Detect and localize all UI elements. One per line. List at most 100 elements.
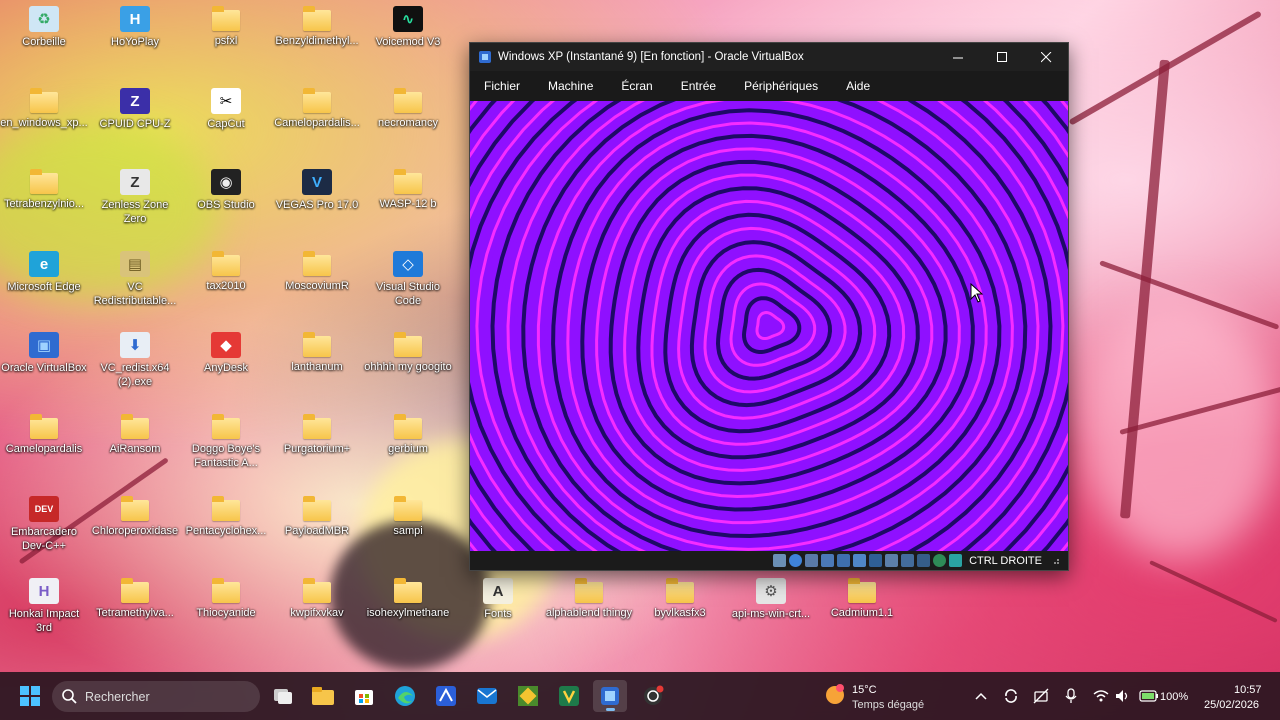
taskbar-file-explorer[interactable] (306, 680, 340, 712)
desktop-icon[interactable]: A Fonts (454, 578, 542, 621)
menu-peripheriques[interactable]: Périphériques (736, 73, 826, 99)
desktop-icon[interactable]: necromancy (364, 88, 452, 130)
desktop-icon[interactable]: isohexylmethane (364, 578, 452, 620)
desktop-icon[interactable]: en_windows_xp... (0, 88, 88, 130)
task-view-button[interactable] (266, 680, 300, 712)
desktop-icon[interactable]: ∿ Voicemod V3 (364, 6, 452, 49)
desktop-icon[interactable]: ohhhh my googito (364, 332, 452, 374)
desktop-icon[interactable]: PayloadMBR (273, 496, 361, 538)
usb-icon[interactable] (837, 554, 851, 567)
desktop-icon[interactable]: ◇ Visual Studio Code (364, 251, 452, 308)
battery-icon[interactable] (1139, 688, 1159, 704)
minimize-button[interactable] (936, 43, 980, 71)
desktop-icon[interactable]: tax2010 (182, 251, 270, 293)
desktop-icon[interactable]: H Honkai Impact 3rd (0, 578, 88, 635)
network-muted-icon[interactable] (1033, 688, 1049, 704)
desktop-icon[interactable]: ⚙ api-ms-win-crt... (727, 578, 815, 621)
show-hidden-icons-chevron-icon[interactable] (973, 688, 989, 704)
taskbar-edge[interactable] (388, 680, 422, 712)
desktop-icon[interactable]: Benzyldimethyl... (273, 6, 361, 48)
clock-date[interactable]: 25/02/2026 (1204, 699, 1259, 711)
desktop-icon[interactable]: WASP-12 b (364, 169, 452, 211)
start-button[interactable] (13, 680, 47, 712)
anydesk-icon: ◆ (211, 332, 241, 358)
desktop-icon[interactable]: gerbium (364, 414, 452, 456)
taskbar-virtualbox[interactable] (593, 680, 627, 712)
close-button[interactable] (1024, 43, 1068, 71)
weather-description[interactable]: Temps dégagé (852, 699, 924, 711)
desktop-icon-label: Tetrabenzylnio... (3, 198, 85, 210)
taskbar-app-blue[interactable] (429, 680, 463, 712)
desktop-icon[interactable]: Z Zenless Zone Zero (91, 169, 179, 226)
desktop-icon[interactable]: H HoYoPlay (91, 6, 179, 49)
mouse-integration-icon[interactable] (949, 554, 963, 567)
taskbar-search[interactable] (52, 681, 260, 712)
desktop-icon[interactable]: DEV Embarcadero Dev-C++ (0, 496, 88, 553)
desktop-icon[interactable]: Purgatorium+ (273, 414, 361, 456)
desktop-icon[interactable]: AiRansom (91, 414, 179, 456)
desktop-icon[interactable]: sampi (364, 496, 452, 538)
desktop-icon[interactable]: Thiocyanide (182, 578, 270, 620)
wifi-icon[interactable] (1093, 688, 1109, 704)
desktop-icon-label: Benzyldimethyl... (275, 35, 359, 47)
folder-icon (394, 414, 422, 439)
weather-temperature[interactable]: 15°C (852, 684, 877, 696)
desktop-icon[interactable]: ✂ CapCut (182, 88, 270, 131)
weather-icon[interactable] (822, 682, 848, 708)
microphone-icon[interactable] (1063, 688, 1079, 704)
desktop-icon[interactable]: Chloroperoxidase (91, 496, 179, 538)
desktop-icon[interactable]: ⬇ VC_redist.x64 (2).exe (91, 332, 179, 389)
sync-icon[interactable] (1003, 688, 1019, 704)
guest-additions-icon[interactable] (933, 554, 947, 567)
desktop-icon[interactable]: Tetrabenzylnio... (0, 169, 88, 211)
vm-display[interactable] (470, 101, 1068, 552)
cpu-icon[interactable] (917, 554, 931, 567)
desktop-icon[interactable]: Tetramethylva... (91, 578, 179, 620)
taskbar-outlook[interactable] (470, 680, 504, 712)
desktop-icon[interactable]: ◉ OBS Studio (182, 169, 270, 212)
menu-entree[interactable]: Entrée (673, 73, 724, 99)
recording-icon[interactable] (901, 554, 915, 567)
menu-fichier[interactable]: Fichier (476, 73, 528, 99)
desktop-icon[interactable]: lanthanum (273, 332, 361, 374)
taskbar-store[interactable] (347, 680, 381, 712)
desktop-icon[interactable]: byvlkasfx3 (636, 578, 724, 620)
pencil-icon[interactable] (869, 554, 883, 567)
virtualbox-window[interactable]: Windows XP (Instantané 9) [En fonction] … (469, 42, 1069, 571)
menu-ecran[interactable]: Écran (613, 73, 660, 99)
desktop-icon[interactable]: Cadmium1.1 (818, 578, 906, 620)
window-titlebar[interactable]: Windows XP (Instantané 9) [En fonction] … (470, 43, 1068, 71)
menu-machine[interactable]: Machine (540, 73, 601, 99)
desktop-icon[interactable]: MoscoviumR (273, 251, 361, 293)
shared-folders-icon[interactable] (853, 554, 867, 567)
clock-time[interactable]: 10:57 (1234, 684, 1262, 696)
desktop-icon[interactable]: Z CPUID CPU-Z (91, 88, 179, 131)
search-input[interactable] (85, 689, 235, 704)
audio-icon[interactable] (805, 554, 819, 567)
desktop-icon[interactable]: Doggo Boye's Fantastic A... (182, 414, 270, 470)
desktop-icon[interactable]: alphablend thingy (545, 578, 633, 620)
desktop-icon[interactable]: Camelopardalis (0, 414, 88, 456)
battery-percentage[interactable]: 100% (1160, 691, 1188, 703)
display-icon[interactable] (885, 554, 899, 567)
hard-disk-icon[interactable] (773, 554, 787, 567)
desktop-icon[interactable]: V VEGAS Pro 17.0 (273, 169, 361, 212)
menu-aide[interactable]: Aide (838, 73, 878, 99)
desktop-icon[interactable]: ▣ Oracle VirtualBox (0, 332, 88, 375)
network-icon[interactable] (821, 554, 835, 567)
maximize-button[interactable] (980, 43, 1024, 71)
taskbar-app-yellow[interactable] (511, 680, 545, 712)
desktop-icon[interactable]: Camelopardalis... (273, 88, 361, 130)
optical-drive-icon[interactable] (789, 554, 803, 567)
taskbar-app-dark[interactable] (636, 680, 670, 712)
desktop-icon[interactable]: ♻ Corbeille (0, 6, 88, 49)
volume-icon[interactable] (1115, 688, 1131, 704)
taskbar-app-green[interactable] (552, 680, 586, 712)
desktop-icon[interactable]: psfxl (182, 6, 270, 48)
desktop-icon[interactable]: ◆ AnyDesk (182, 332, 270, 375)
desktop-icon[interactable]: ▤ VC Redistributable... (91, 251, 179, 308)
desktop-icon[interactable]: e Microsoft Edge (0, 251, 88, 294)
desktop-icon[interactable]: kwpifxvkav (273, 578, 361, 620)
desktop-icon[interactable]: Pentacyclohex... (182, 496, 270, 538)
resize-grip-icon[interactable] (1051, 556, 1060, 565)
